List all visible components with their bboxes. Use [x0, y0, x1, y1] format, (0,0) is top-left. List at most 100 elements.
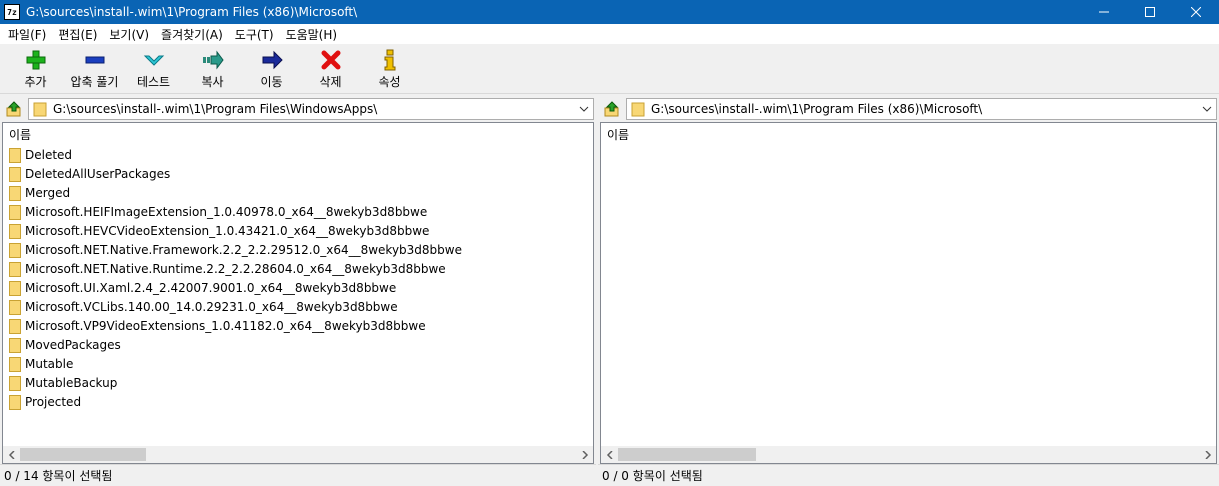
file-list-item-label: Microsoft.HEVCVideoExtension_1.0.43421.0… [25, 223, 430, 238]
chevron-right-icon [581, 450, 588, 459]
folder-icon [9, 185, 21, 201]
file-list-item-label: DeletedAllUserPackages [25, 166, 171, 181]
left-status-bar: 0 / 14 항목이 선택됨 [0, 464, 596, 486]
chevron-down-icon[interactable] [1202, 104, 1212, 114]
delete-icon [321, 50, 340, 70]
file-list-item[interactable]: Microsoft.HEIFImageExtension_1.0.40978.0… [3, 202, 593, 221]
left-scroll-right-button[interactable] [576, 446, 593, 463]
file-list-item-label: Microsoft.UI.Xaml.2.4_2.42007.9001.0_x64… [25, 280, 397, 295]
file-list-item-label: MutableBackup [25, 375, 118, 390]
close-button[interactable] [1173, 0, 1219, 24]
file-list-item[interactable]: Microsoft.HEVCVideoExtension_1.0.43421.0… [3, 221, 593, 240]
folder-icon [9, 356, 21, 372]
left-scroll-track[interactable] [20, 446, 576, 463]
extract-icon [85, 56, 104, 64]
file-list-item-label: Microsoft.VP9VideoExtensions_1.0.41182.0… [25, 318, 426, 333]
file-list-item-label: Microsoft.VCLibs.140.00_14.0.29231.0_x64… [25, 299, 398, 314]
menu-bar: 파일(F) 편집(E) 보기(V) 즐겨찾기(A) 도구(T) 도움말(H) [0, 24, 1219, 44]
file-list-item[interactable]: Mutable [3, 354, 593, 373]
file-list-item-label: Microsoft.NET.Native.Runtime.2.2_2.2.286… [25, 261, 446, 276]
file-list-item-label: Projected [25, 394, 82, 409]
right-status-bar: 0 / 0 항목이 선택됨 [598, 464, 1219, 486]
right-horizontal-scrollbar[interactable] [601, 446, 1216, 463]
delete-label: 삭제 [319, 75, 342, 89]
folder-icon [631, 102, 645, 117]
file-list-item[interactable]: MutableBackup [3, 373, 593, 392]
right-scroll-thumb[interactable] [618, 448, 756, 461]
left-path-combobox[interactable]: G:\sources\install-.wim\1\Program Files\… [28, 98, 594, 120]
chevron-down-icon[interactable] [579, 104, 589, 114]
file-list-item[interactable]: Projected [3, 392, 593, 411]
file-list-item-label: MovedPackages [25, 337, 121, 352]
file-list-item-label: Microsoft.NET.Native.Framework.2.2_2.2.2… [25, 242, 462, 257]
test-button[interactable]: 테스트 [124, 44, 183, 94]
add-icon [26, 50, 45, 70]
folder-icon [9, 261, 21, 277]
add-button[interactable]: 추가 [6, 44, 65, 94]
file-list-item-label: Mutable [25, 356, 74, 371]
title-bar: 7z G:\sources\install-.wim\1\Program Fil… [0, 0, 1219, 24]
right-column-header-name[interactable]: 이름 [601, 123, 1216, 145]
maximize-button[interactable] [1127, 0, 1173, 24]
right-scroll-right-button[interactable] [1199, 446, 1216, 463]
minimize-button[interactable] [1081, 0, 1127, 24]
folder-icon [9, 375, 21, 391]
extract-label: 압축 풀기 [70, 75, 119, 89]
menu-favorites[interactable]: 즐겨찾기(A) [155, 26, 229, 43]
right-scroll-left-button[interactable] [601, 446, 618, 463]
file-list-item-label: Merged [25, 185, 71, 200]
left-file-list[interactable]: 이름 Deleted DeletedAllUserPackages Merged Mi… [2, 122, 594, 464]
file-list-item-label: Microsoft.HEIFImageExtension_1.0.40978.0… [25, 204, 428, 219]
menu-edit[interactable]: 편집(E) [52, 26, 103, 43]
file-list-item[interactable]: Microsoft.NET.Native.Runtime.2.2_2.2.286… [3, 259, 593, 278]
test-icon [143, 55, 164, 66]
file-list-item[interactable]: Microsoft.VP9VideoExtensions_1.0.41182.0… [3, 316, 593, 335]
menu-view[interactable]: 보기(V) [103, 26, 155, 43]
delete-button[interactable]: 삭제 [301, 44, 360, 94]
folder-icon [9, 242, 21, 258]
copy-button[interactable]: 복사 [183, 44, 242, 94]
right-path-combobox[interactable]: G:\sources\install-.wim\1\Program Files … [626, 98, 1217, 120]
up-folder-icon [604, 101, 619, 117]
move-button[interactable]: 이동 [242, 44, 301, 94]
left-column-header-name[interactable]: 이름 [3, 123, 593, 145]
right-file-list[interactable]: 이름 [600, 122, 1217, 464]
file-list-item[interactable]: Microsoft.NET.Native.Framework.2.2_2.2.2… [3, 240, 593, 259]
folder-icon [9, 318, 21, 334]
close-icon [1191, 7, 1201, 17]
left-path-text: G:\sources\install-.wim\1\Program Files\… [53, 102, 378, 116]
right-scroll-track[interactable] [618, 446, 1199, 463]
folder-icon [9, 394, 21, 410]
folder-icon [9, 337, 21, 353]
menu-help[interactable]: 도움말(H) [280, 26, 344, 43]
right-up-folder-button[interactable] [598, 97, 626, 121]
folder-icon [9, 223, 21, 239]
copy-icon [202, 50, 224, 70]
left-horizontal-scrollbar[interactable] [3, 446, 593, 463]
folder-icon [9, 147, 21, 163]
menu-file[interactable]: 파일(F) [2, 26, 52, 43]
toolbar: 추가 압축 풀기 테스트 복사 이동 삭제 속성 [0, 44, 1219, 94]
move-icon [262, 50, 283, 70]
folder-icon [33, 102, 47, 117]
up-folder-icon [6, 101, 21, 117]
file-list-item[interactable]: Microsoft.VCLibs.140.00_14.0.29231.0_x64… [3, 297, 593, 316]
file-list-item[interactable]: Microsoft.UI.Xaml.2.4_2.42007.9001.0_x64… [3, 278, 593, 297]
properties-label: 속성 [378, 75, 401, 89]
properties-button[interactable]: 속성 [360, 44, 419, 94]
menu-tools[interactable]: 도구(T) [229, 26, 280, 43]
file-list-item[interactable]: DeletedAllUserPackages [3, 164, 593, 183]
file-list-item[interactable]: Deleted [3, 145, 593, 164]
extract-button[interactable]: 압축 풀기 [65, 44, 124, 94]
left-up-folder-button[interactable] [0, 97, 28, 121]
chevron-left-icon [8, 450, 15, 459]
left-scroll-left-button[interactable] [3, 446, 20, 463]
move-label: 이동 [260, 75, 283, 89]
app-icon: 7z [4, 4, 20, 20]
file-list-item[interactable]: MovedPackages [3, 335, 593, 354]
left-scroll-thumb[interactable] [20, 448, 146, 461]
minimize-icon [1099, 11, 1109, 13]
maximize-icon [1145, 7, 1155, 17]
add-label: 추가 [24, 75, 47, 89]
file-list-item[interactable]: Merged [3, 183, 593, 202]
